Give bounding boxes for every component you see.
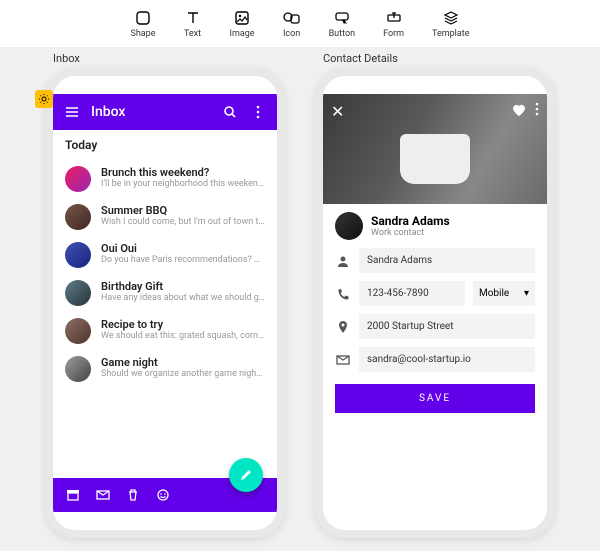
message-title: Brunch this weekend? <box>101 166 265 179</box>
message-title: Oui Oui <box>101 242 265 255</box>
editor-toolbar: Shape Text Image Icon Button Form Templa… <box>0 0 600 48</box>
tool-shape[interactable]: Shape <box>130 9 155 39</box>
design-canvas: Inbox Inbox Today Brunch this weekend?I'… <box>0 48 600 551</box>
avatar <box>65 204 91 230</box>
close-icon[interactable]: ✕ <box>331 102 344 121</box>
tool-label: Shape <box>130 29 155 39</box>
message-preview: Should we organize another game night l.… <box>101 369 265 379</box>
emoji-icon[interactable] <box>155 487 171 503</box>
tool-icon[interactable]: Icon <box>283 9 301 39</box>
trash-icon[interactable] <box>125 487 141 503</box>
contact-header: Sandra Adams Work contact <box>323 204 547 248</box>
contact-form: Sandra Adams 123-456-7890 Mobile ▾ 2000 S… <box>323 248 547 423</box>
list-item[interactable]: Birthday GiftHave any ideas about what w… <box>53 274 277 312</box>
archive-icon[interactable] <box>65 487 81 503</box>
message-title: Game night <box>101 356 265 369</box>
sun-badge-icon[interactable] <box>35 90 53 108</box>
message-preview: Wish I could come, but I'm out of town t… <box>101 217 265 227</box>
tool-label: Template <box>432 29 469 39</box>
text-icon <box>184 9 202 27</box>
list-item[interactable]: Game nightShould we organize another gam… <box>53 350 277 388</box>
more-icon[interactable] <box>249 103 267 121</box>
avatar <box>65 242 91 268</box>
mail-icon[interactable] <box>95 487 111 503</box>
tool-text[interactable]: Text <box>184 9 202 39</box>
compose-fab[interactable] <box>229 458 263 492</box>
cursor-icon <box>333 9 351 27</box>
list-item[interactable]: Recipe to tryWe should eat this: grated … <box>53 312 277 350</box>
email-icon <box>335 353 351 367</box>
name-field[interactable]: Sandra Adams <box>359 248 535 273</box>
select-value: Mobile <box>479 288 509 299</box>
message-list: Brunch this weekend?I'll be in your neig… <box>53 160 277 388</box>
message-preview: Have any ideas about what we should get.… <box>101 293 265 303</box>
tool-label: Form <box>383 29 404 39</box>
appbar-title: Inbox <box>91 104 211 120</box>
frame-label-contact: Contact Details <box>323 52 398 65</box>
tool-button[interactable]: Button <box>329 9 355 39</box>
tool-label: Icon <box>283 29 300 39</box>
contact-hero: ✕ <box>323 94 547 204</box>
shape-icon <box>134 9 152 27</box>
contact-subtitle: Work contact <box>371 228 450 238</box>
phone-frame-left: Inbox Today Brunch this weekend?I'll be … <box>45 68 285 538</box>
avatar <box>335 212 363 240</box>
layers-icon <box>442 9 460 27</box>
email-field[interactable]: sandra@cool-startup.io <box>359 347 535 372</box>
person-icon <box>335 254 351 268</box>
chevron-down-icon: ▾ <box>524 288 529 299</box>
message-preview: We should eat this: grated squash, corn,… <box>101 331 265 341</box>
tool-image[interactable]: Image <box>230 9 255 39</box>
message-preview: Do you have Paris recommendations? Ha... <box>101 255 265 265</box>
frame-label-inbox: Inbox <box>53 52 80 65</box>
phone-icon <box>335 287 351 301</box>
avatar <box>65 318 91 344</box>
avatar <box>65 356 91 382</box>
address-field[interactable]: 2000 Startup Street <box>359 314 535 339</box>
section-header: Today <box>53 130 277 160</box>
avatar <box>65 280 91 306</box>
location-icon <box>335 320 351 334</box>
list-item[interactable]: Summer BBQWish I could come, but I'm out… <box>53 198 277 236</box>
list-item[interactable]: Brunch this weekend?I'll be in your neig… <box>53 160 277 198</box>
tool-template[interactable]: Template <box>432 9 469 39</box>
phone-type-select[interactable]: Mobile ▾ <box>473 281 535 306</box>
list-item[interactable]: Oui OuiDo you have Paris recommendations… <box>53 236 277 274</box>
shapes-icon <box>283 9 301 27</box>
message-preview: I'll be in your neighborhood this weeken… <box>101 179 265 189</box>
message-title: Recipe to try <box>101 318 265 331</box>
appbar: Inbox <box>53 94 277 130</box>
save-button[interactable]: SAVE <box>335 384 535 413</box>
tool-form[interactable]: Form <box>383 9 404 39</box>
tool-label: Image <box>230 29 255 39</box>
phone-field[interactable]: 123-456-7890 <box>359 281 465 306</box>
more-icon[interactable] <box>535 102 539 118</box>
heart-icon[interactable] <box>511 102 527 118</box>
message-title: Birthday Gift <box>101 280 265 293</box>
search-icon[interactable] <box>221 103 239 121</box>
menu-icon[interactable] <box>63 103 81 121</box>
contact-name: Sandra Adams <box>371 214 450 228</box>
tool-label: Button <box>329 29 355 39</box>
phone-frame-right: ✕ Sandra Adams Work contact <box>315 68 555 538</box>
message-title: Summer BBQ <box>101 204 265 217</box>
tool-label: Text <box>184 29 201 39</box>
form-icon <box>385 9 403 27</box>
image-icon <box>233 9 251 27</box>
avatar <box>65 166 91 192</box>
